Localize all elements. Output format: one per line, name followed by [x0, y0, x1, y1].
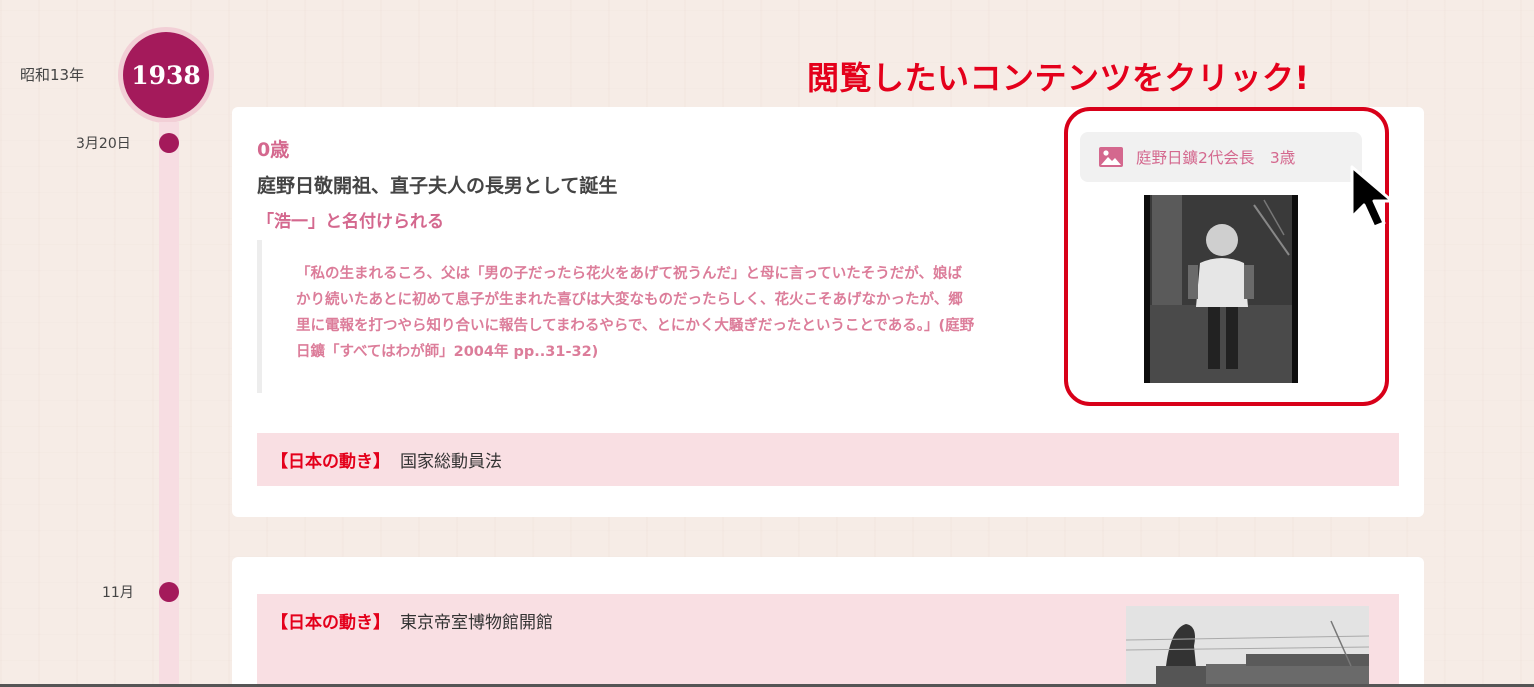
- quote-bar: [257, 240, 262, 393]
- timeline-dot: [159, 133, 179, 153]
- event-headline: 庭野日敬開祖、直子夫人の長男として誕生: [257, 175, 618, 197]
- event-age: 0歳: [257, 139, 290, 161]
- media-tab-label: 庭野日鑛2代会長 3歳: [1136, 149, 1296, 167]
- cta-instruction: 閲覧したいコンテンツをクリック!: [807, 59, 1310, 97]
- event-quote: 「私の生まれるころ、父は「男の子だったら花火をあげて祝うんだ」と母に言っていたそ…: [296, 266, 975, 360]
- news-tag: 【日本の動き】: [271, 452, 390, 472]
- timeline-track: [159, 122, 179, 687]
- era-label: 昭和13年: [20, 66, 85, 84]
- mouse-cursor-icon: [1350, 165, 1394, 229]
- image-icon: [1099, 147, 1123, 167]
- media-tab-photo[interactable]: 庭野日鑛2代会長 3歳: [1080, 132, 1362, 182]
- event-subhead: 「浩一」と名付けられる: [257, 212, 444, 232]
- news-text: 東京帝室博物館開館: [400, 613, 553, 633]
- japan-news-bar: 【日本の動き】 国家総動員法: [257, 433, 1399, 486]
- year-badge: 1938: [118, 27, 214, 123]
- year-number: 1938: [123, 32, 209, 118]
- event-date: 11月: [102, 585, 134, 601]
- museum-photo[interactable]: [1126, 606, 1369, 687]
- event-card: 0歳 庭野日敬開祖、直子夫人の長男として誕生 「浩一」と名付けられる 「私の生ま…: [232, 107, 1424, 517]
- event-date: 3月20日: [76, 136, 131, 152]
- event-card: 【日本の動き】 東京帝室博物館開館: [232, 557, 1424, 687]
- child-photo[interactable]: [1144, 195, 1298, 383]
- news-text: 国家総動員法: [400, 452, 502, 472]
- news-tag: 【日本の動き】: [271, 613, 390, 633]
- timeline-dot: [159, 582, 179, 602]
